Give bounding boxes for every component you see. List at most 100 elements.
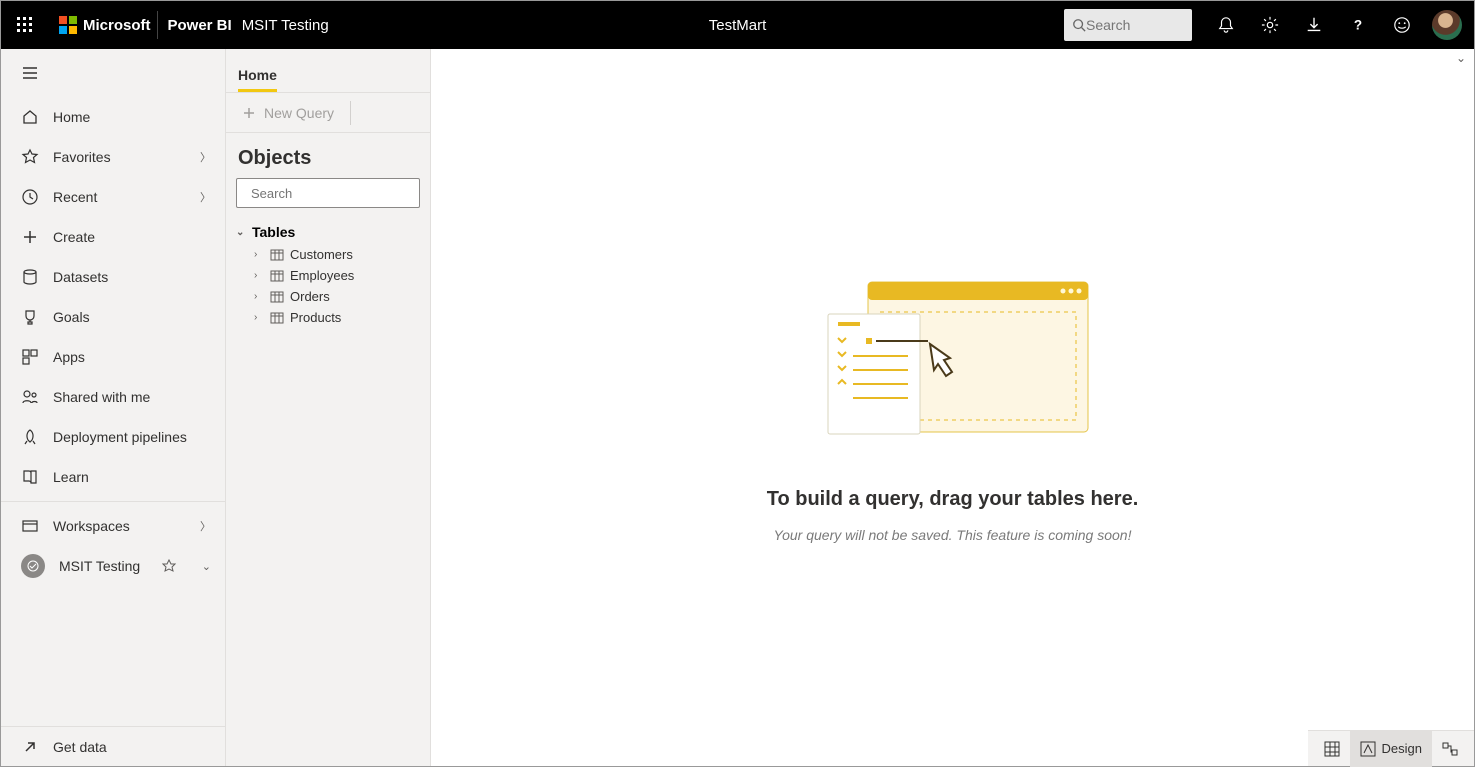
arrow-upright-icon xyxy=(21,738,39,756)
nav-get-data[interactable]: Get data xyxy=(1,726,225,766)
workspace-icon xyxy=(21,517,39,535)
microsoft-logo-icon xyxy=(59,16,77,34)
related-view-button[interactable] xyxy=(1432,731,1468,767)
nav-goals[interactable]: Goals xyxy=(1,297,225,337)
new-query-button[interactable]: New Query xyxy=(236,101,340,125)
table-label: Customers xyxy=(290,247,353,262)
help-button[interactable]: ? xyxy=(1338,1,1378,49)
workspace-avatar-icon xyxy=(21,554,45,578)
nav-recent-label: Recent xyxy=(53,189,97,205)
premium-icon xyxy=(162,559,176,573)
trophy-icon xyxy=(21,308,39,326)
download-icon xyxy=(1305,16,1323,34)
nav-home[interactable]: Home xyxy=(1,97,225,137)
nav-workspaces-label: Workspaces xyxy=(53,518,130,534)
settings-button[interactable] xyxy=(1250,1,1290,49)
workspace-breadcrumb[interactable]: MSIT Testing xyxy=(242,17,329,34)
gear-icon xyxy=(1261,16,1279,34)
collapse-ribbon-button[interactable]: ⌄ xyxy=(1456,51,1466,65)
tab-home[interactable]: Home xyxy=(238,59,277,92)
table-item-customers[interactable]: › Customers xyxy=(232,244,424,265)
chevron-down-icon: ⌄ xyxy=(202,560,211,573)
nav-learn[interactable]: Learn xyxy=(1,457,225,497)
chevron-right-icon: › xyxy=(254,291,264,302)
toolbar-row: New Query xyxy=(226,93,430,133)
nav-toggle-button[interactable] xyxy=(1,49,225,97)
nav-current-workspace-label: MSIT Testing xyxy=(59,558,140,574)
design-view-button[interactable]: Design xyxy=(1350,731,1432,767)
table-icon xyxy=(270,269,284,283)
design-icon xyxy=(1360,741,1376,757)
empty-state: To build a query, drag your tables here.… xyxy=(431,49,1474,766)
query-canvas[interactable]: ⌄ To build a query, drag your xyxy=(431,49,1474,766)
home-icon xyxy=(21,108,39,126)
page-title: TestMart xyxy=(709,17,767,34)
new-query-label: New Query xyxy=(264,105,334,121)
design-view-label: Design xyxy=(1382,741,1422,756)
microsoft-label: Microsoft xyxy=(83,17,151,34)
table-item-orders[interactable]: › Orders xyxy=(232,286,424,307)
nav-datasets-label: Datasets xyxy=(53,269,108,285)
search-icon xyxy=(1072,18,1086,32)
nav-pipelines-label: Deployment pipelines xyxy=(53,429,187,445)
global-search[interactable] xyxy=(1064,9,1192,41)
nav-goals-label: Goals xyxy=(53,309,90,325)
help-icon: ? xyxy=(1349,16,1367,34)
feedback-button[interactable] xyxy=(1382,1,1422,49)
grid-view-button[interactable] xyxy=(1314,731,1350,767)
table-icon xyxy=(270,248,284,262)
waffle-icon xyxy=(16,16,34,34)
chevron-right-icon: › xyxy=(254,270,264,281)
chevron-right-icon: › xyxy=(254,249,264,260)
table-item-products[interactable]: › Products xyxy=(232,307,424,328)
relation-icon xyxy=(1442,741,1458,757)
people-icon xyxy=(21,388,39,406)
book-icon xyxy=(21,468,39,486)
global-search-input[interactable] xyxy=(1086,17,1176,33)
table-label: Products xyxy=(290,310,341,325)
nav-workspaces[interactable]: Workspaces 〉 xyxy=(1,506,225,546)
tables-group-label: Tables xyxy=(252,224,295,240)
nav-divider xyxy=(1,501,225,502)
nav-create[interactable]: Create xyxy=(1,217,225,257)
table-label: Employees xyxy=(290,268,354,283)
objects-search[interactable] xyxy=(236,178,420,208)
plus-icon xyxy=(21,228,39,246)
chevron-right-icon: 〉 xyxy=(200,149,211,165)
chevron-right-icon: 〉 xyxy=(200,518,211,534)
product-name[interactable]: Power BI xyxy=(158,17,242,34)
plus-icon xyxy=(242,106,256,120)
table-item-employees[interactable]: › Employees xyxy=(232,265,424,286)
database-icon xyxy=(21,268,39,286)
rocket-icon xyxy=(21,428,39,446)
objects-tree: ⌄ Tables › Customers › Employees › Order… xyxy=(226,216,430,332)
nav-current-workspace[interactable]: MSIT Testing ⌄ xyxy=(1,546,225,586)
nav-create-label: Create xyxy=(53,229,95,245)
nav-pipelines[interactable]: Deployment pipelines xyxy=(1,417,225,457)
header-actions: ? xyxy=(1064,1,1474,49)
notifications-button[interactable] xyxy=(1206,1,1246,49)
nav-datasets[interactable]: Datasets xyxy=(1,257,225,297)
nav-favorites[interactable]: Favorites 〉 xyxy=(1,137,225,177)
nav-shared[interactable]: Shared with me xyxy=(1,377,225,417)
nav-recent[interactable]: Recent 〉 xyxy=(1,177,225,217)
nav-favorites-label: Favorites xyxy=(53,149,111,165)
table-icon xyxy=(270,290,284,304)
nav-learn-label: Learn xyxy=(53,469,89,485)
app-launcher-button[interactable] xyxy=(1,1,49,49)
download-button[interactable] xyxy=(1294,1,1334,49)
empty-state-subtitle: Your query will not be saved. This featu… xyxy=(774,527,1132,543)
bell-icon xyxy=(1217,16,1235,34)
svg-text:?: ? xyxy=(1354,18,1362,33)
global-header: Microsoft Power BI MSIT Testing TestMart… xyxy=(1,1,1474,49)
nav-shared-label: Shared with me xyxy=(53,389,150,405)
left-navigation: Home Favorites 〉 Recent 〉 Create Dataset… xyxy=(1,49,226,766)
smile-icon xyxy=(1393,16,1411,34)
user-avatar[interactable] xyxy=(1432,10,1462,40)
tables-group-header[interactable]: ⌄ Tables xyxy=(232,220,424,244)
objects-search-input[interactable] xyxy=(251,186,427,201)
nav-apps[interactable]: Apps xyxy=(1,337,225,377)
table-label: Orders xyxy=(290,289,330,304)
nav-get-data-label: Get data xyxy=(53,739,107,755)
nav-home-label: Home xyxy=(53,109,90,125)
